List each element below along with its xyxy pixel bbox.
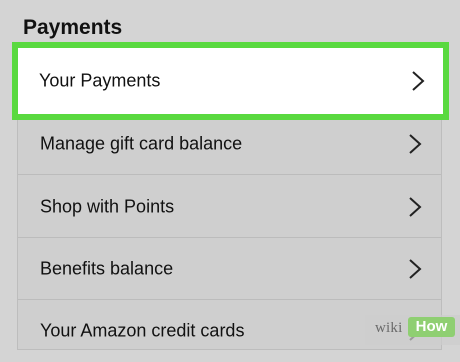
menu-item-label: Your Amazon credit cards xyxy=(40,320,245,341)
chevron-right-icon xyxy=(409,70,427,92)
menu-item-label: Manage gift card balance xyxy=(40,133,243,153)
menu-item-your-payments[interactable]: Your Payments xyxy=(12,42,449,120)
wikihow-watermark: wiki How xyxy=(365,315,460,345)
watermark-prefix: wiki xyxy=(375,320,403,336)
menu-item-label: Shop with Points xyxy=(40,196,175,216)
chevron-right-icon xyxy=(406,258,424,280)
menu-item-label: Your Payments xyxy=(39,70,161,91)
menu-item-label: Benefits balance xyxy=(40,258,174,278)
menu-item-shop-with-points[interactable]: Shop with Points xyxy=(18,176,441,238)
menu-item-benefits-balance[interactable]: Benefits balance xyxy=(18,238,441,300)
menu-item-manage-gift-card-balance[interactable]: Manage gift card balance xyxy=(18,113,441,175)
chevron-right-icon xyxy=(406,196,424,218)
chevron-right-icon xyxy=(406,133,424,155)
section-title: Payments xyxy=(23,16,123,39)
watermark-suffix: How xyxy=(408,317,455,337)
